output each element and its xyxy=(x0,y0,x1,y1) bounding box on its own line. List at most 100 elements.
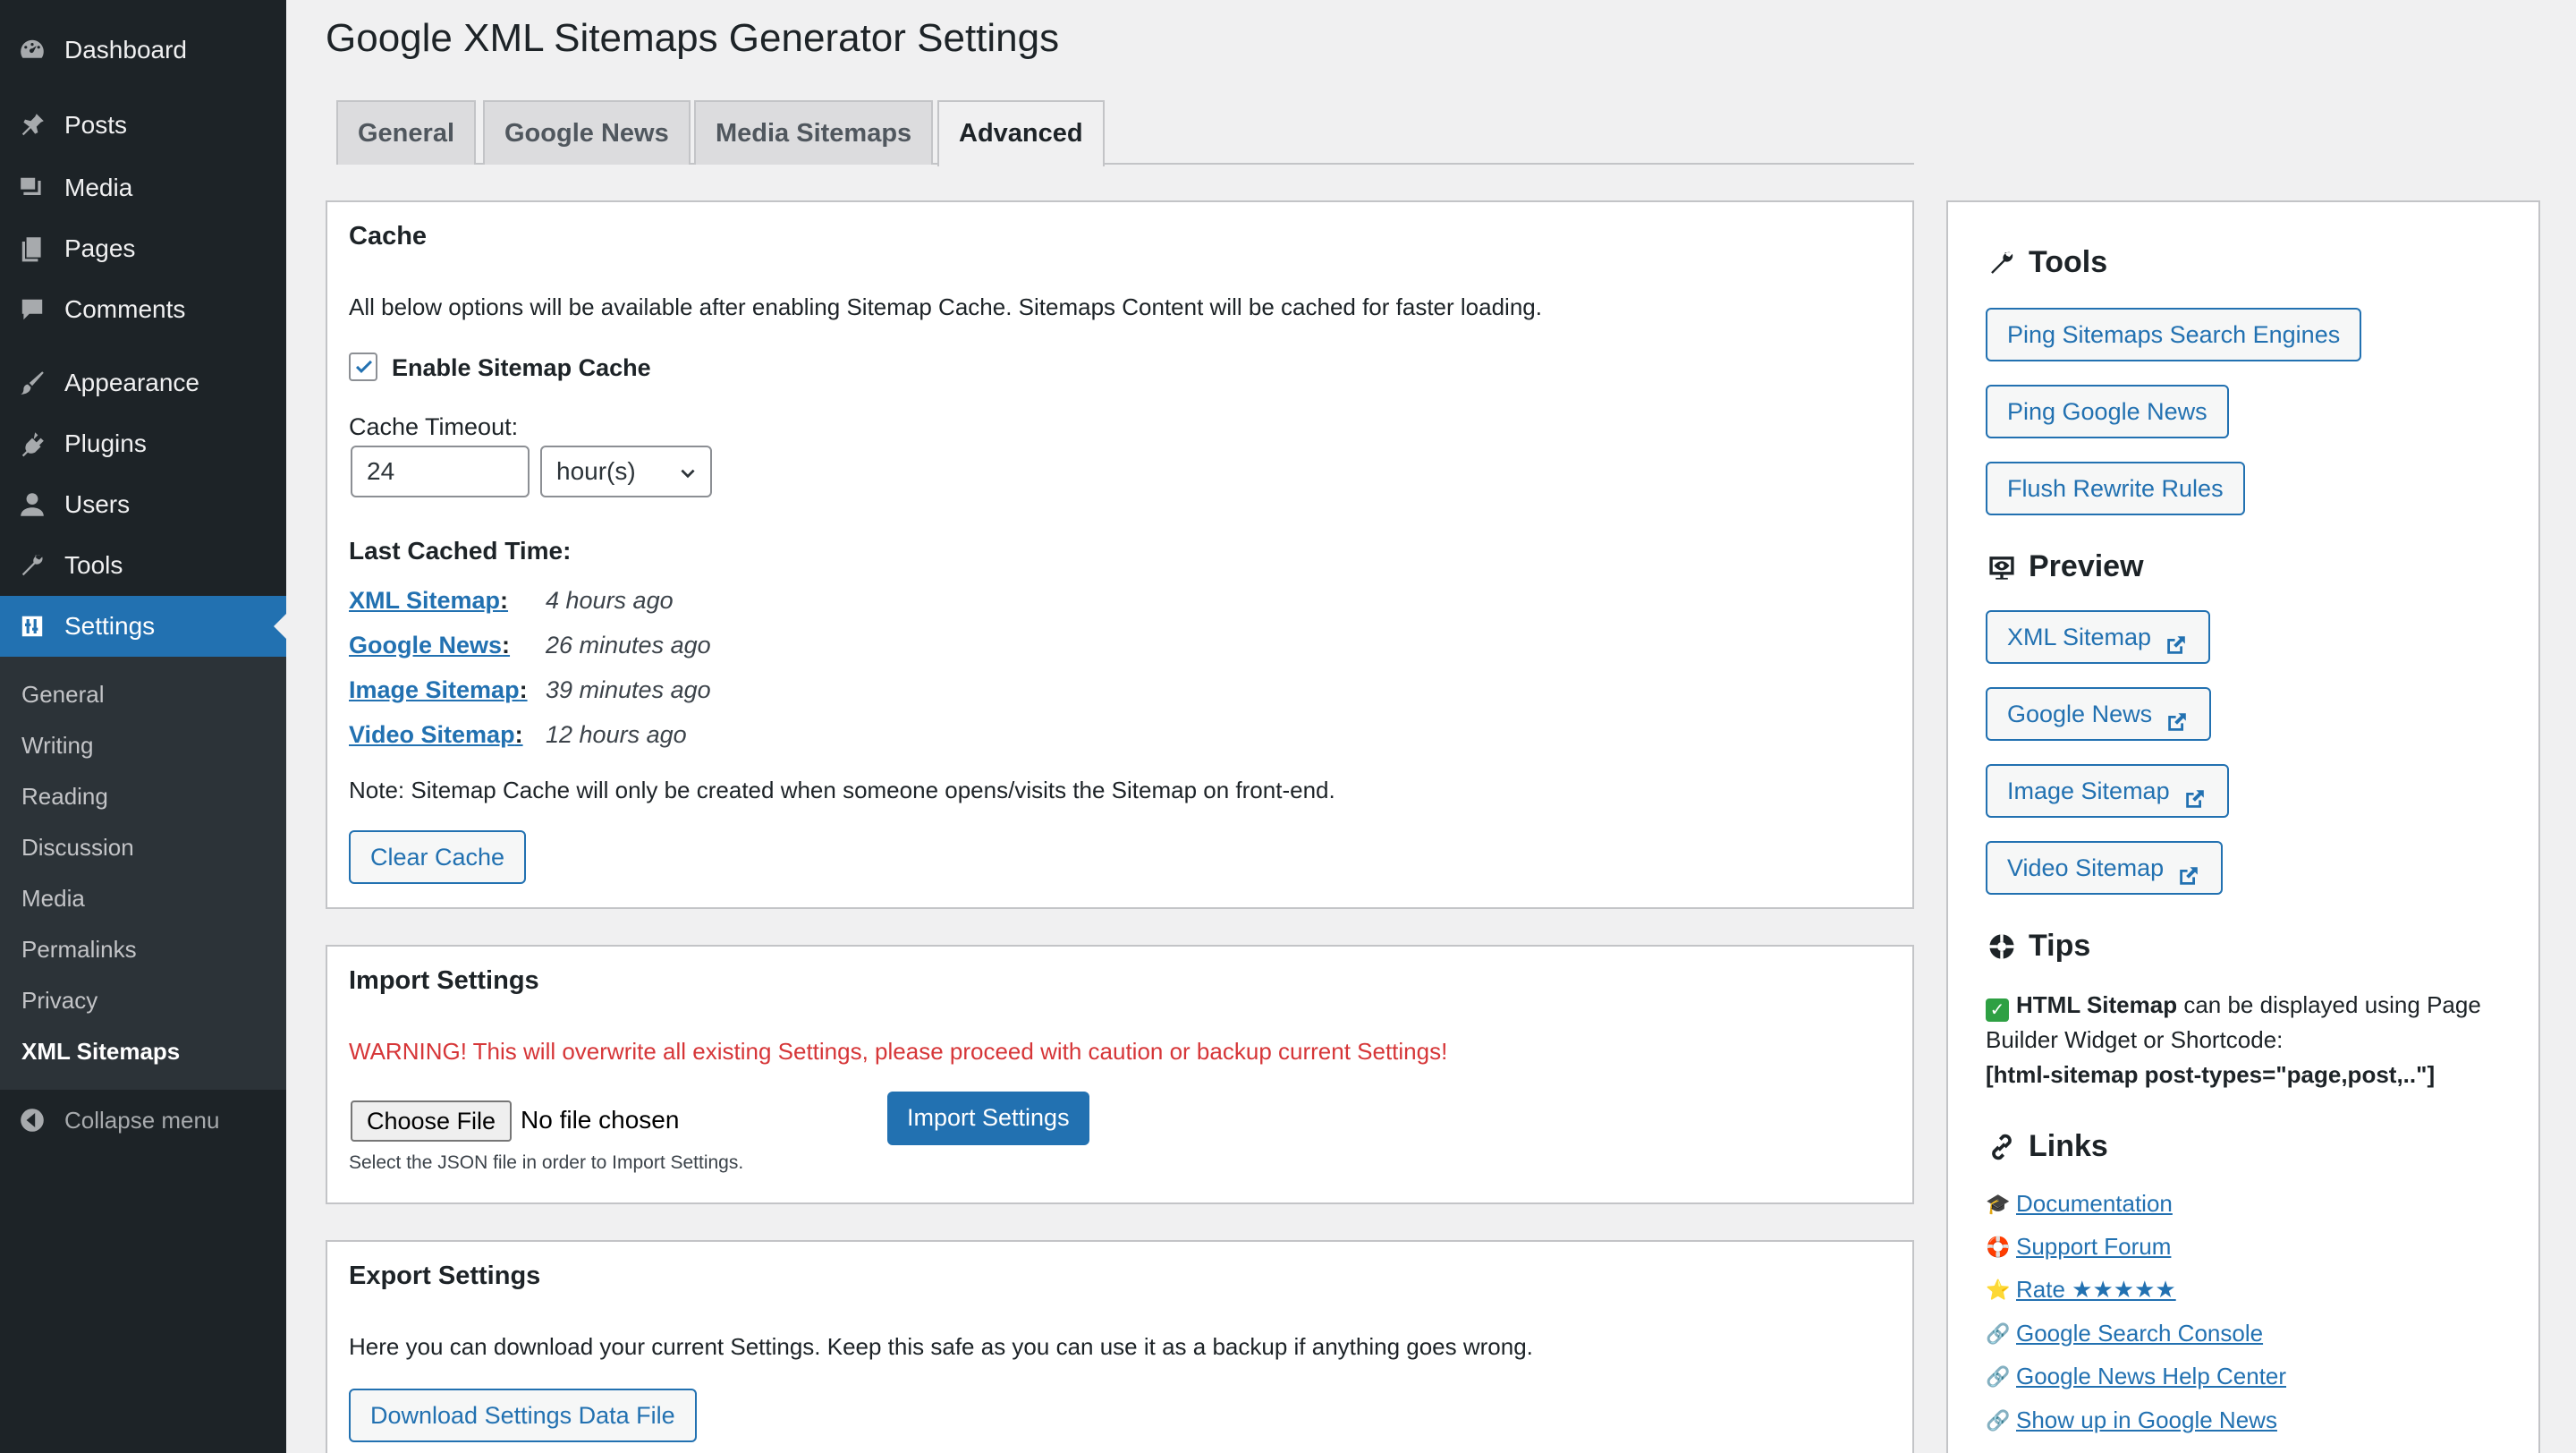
import-settings-button[interactable]: Import Settings xyxy=(887,1092,1089,1145)
menu-plugins[interactable]: Plugins xyxy=(0,413,286,474)
cache-timeout-unit-select[interactable]: hour(s) xyxy=(540,446,712,497)
side-panel: Tools Ping Sitemaps Search Engines Ping … xyxy=(1946,200,2540,1453)
user-icon xyxy=(18,490,47,519)
enable-cache-checkbox[interactable] xyxy=(349,353,377,381)
submenu-discussion[interactable]: Discussion xyxy=(0,822,286,873)
external-link-icon xyxy=(2182,778,2207,808)
link-rate[interactable]: ⭐ Rate ★★★★★ xyxy=(1986,1276,2175,1304)
cache-link-google-news[interactable]: Google News: xyxy=(349,632,510,659)
plugin-icon xyxy=(18,429,47,458)
preview-video-sitemap-button[interactable]: Video Sitemap xyxy=(1986,841,2224,895)
cache-time-xml-sitemap: 4 hours ago xyxy=(546,587,674,614)
star-icon: ⭐ xyxy=(1986,1278,2011,1301)
submenu-reading[interactable]: Reading xyxy=(0,771,286,822)
collapse-menu-button[interactable]: Collapse menu xyxy=(0,1090,286,1151)
settings-tabs: General Google News Media Sitemaps Advan… xyxy=(336,100,1914,166)
link-search-console[interactable]: 🔗 Google Search Console xyxy=(1986,1320,2263,1347)
submenu-media[interactable]: Media xyxy=(0,873,286,924)
checkmark-icon xyxy=(356,360,372,373)
preview-image-sitemap-button[interactable]: Image Sitemap xyxy=(1986,764,2229,818)
wrench-icon xyxy=(18,551,47,580)
ping-search-engines-button[interactable]: Ping Sitemaps Search Engines xyxy=(1986,308,2362,361)
chevron-down-icon xyxy=(681,469,695,479)
link-documentation[interactable]: 🎓 Documentation xyxy=(1986,1190,2173,1218)
dashboard-icon xyxy=(18,36,47,64)
cache-time-video-sitemap: 12 hours ago xyxy=(546,721,687,748)
cache-link-image-sitemap[interactable]: Image Sitemap: xyxy=(349,676,528,704)
chain-link-icon: 🔗 xyxy=(1986,1364,2011,1388)
submenu-xml-sitemaps[interactable]: XML Sitemaps xyxy=(0,1026,286,1077)
preview-icon xyxy=(1986,551,2018,583)
tips-icon xyxy=(1986,930,2018,963)
menu-label: Comments xyxy=(64,295,186,323)
link-news-help-center[interactable]: 🔗 Google News Help Center xyxy=(1986,1363,2286,1390)
menu-appearance[interactable]: Appearance xyxy=(0,353,286,413)
settings-submenu: General Writing Reading Discussion Media… xyxy=(0,657,286,1090)
import-warning: WARNING! This will overwrite all existin… xyxy=(349,1038,1448,1065)
menu-tools[interactable]: Tools xyxy=(0,535,286,596)
menu-label: Plugins xyxy=(64,429,147,457)
cache-timeout-input[interactable]: 24 xyxy=(351,446,530,497)
cache-link-xml-sitemap[interactable]: XML Sitemap: xyxy=(349,587,508,615)
import-panel: Import Settings WARNING! This will overw… xyxy=(326,945,1914,1204)
menu-users[interactable]: Users xyxy=(0,474,286,535)
preview-heading: Preview xyxy=(1986,549,2144,584)
page-title: Google XML Sitemaps Generator Settings xyxy=(326,16,1060,60)
preview-google-news-button[interactable]: Google News xyxy=(1986,687,2212,741)
preview-xml-sitemap-button[interactable]: XML Sitemap xyxy=(1986,610,2211,664)
export-description: Here you can download your current Setti… xyxy=(349,1333,1533,1360)
clear-cache-button[interactable]: Clear Cache xyxy=(349,830,527,884)
menu-label: Appearance xyxy=(64,369,200,396)
tip-shortcode: [html-sitemap post-types="page,post,.."] xyxy=(1986,1061,2436,1088)
menu-label: Settings xyxy=(64,612,156,640)
flush-rewrite-rules-button[interactable]: Flush Rewrite Rules xyxy=(1986,462,2245,515)
cache-heading: Cache xyxy=(349,222,428,251)
graduation-cap-icon: 🎓 xyxy=(1986,1192,2011,1215)
cache-time-google-news: 26 minutes ago xyxy=(546,632,711,659)
settings-icon xyxy=(18,612,47,641)
submenu-general[interactable]: General xyxy=(0,669,286,720)
link-show-up-google-news[interactable]: 🔗 Show up in Google News xyxy=(1986,1406,2277,1434)
tab-google-news[interactable]: Google News xyxy=(483,100,691,165)
link-support-forum[interactable]: 🛟 Support Forum xyxy=(1986,1233,2171,1261)
submenu-permalinks[interactable]: Permalinks xyxy=(0,924,286,975)
choose-file-button[interactable]: Choose File xyxy=(351,1100,513,1142)
chain-link-icon: 🔗 xyxy=(1986,1321,2011,1345)
submenu-writing[interactable]: Writing xyxy=(0,720,286,771)
cache-note: Note: Sitemap Cache will only be created… xyxy=(349,777,1335,803)
menu-dashboard[interactable]: Dashboard xyxy=(0,20,286,81)
menu-comments[interactable]: Comments xyxy=(0,279,286,340)
select-value: hour(s) xyxy=(556,457,636,485)
menu-label: Users xyxy=(64,490,131,518)
cache-link-video-sitemap[interactable]: Video Sitemap: xyxy=(349,721,523,749)
menu-label: Media xyxy=(64,174,133,201)
export-panel: Export Settings Here you can download yo… xyxy=(326,1240,1914,1453)
collapse-label: Collapse menu xyxy=(64,1106,220,1134)
brush-icon xyxy=(18,369,47,397)
submenu-privacy[interactable]: Privacy xyxy=(0,975,286,1026)
check-icon: ✓ xyxy=(1986,998,2009,1022)
menu-media[interactable]: Media xyxy=(0,157,286,218)
menu-pages[interactable]: Pages xyxy=(0,218,286,279)
download-settings-button[interactable]: Download Settings Data File xyxy=(349,1389,697,1442)
no-file-label: No file chosen xyxy=(521,1106,680,1134)
lifebuoy-icon: 🛟 xyxy=(1986,1235,2011,1258)
menu-posts[interactable]: Posts xyxy=(0,93,286,157)
last-cached-label: Last Cached Time: xyxy=(349,537,572,565)
tab-advanced[interactable]: Advanced xyxy=(937,100,1105,166)
menu-label: Pages xyxy=(64,234,136,262)
ping-google-news-button[interactable]: Ping Google News xyxy=(1986,385,2229,438)
cache-time-image-sitemap: 39 minutes ago xyxy=(546,676,711,703)
links-heading: Links xyxy=(1986,1129,2108,1164)
external-link-icon xyxy=(2165,701,2190,731)
cache-timeout-label: Cache Timeout: xyxy=(349,413,519,440)
menu-label: Tools xyxy=(64,551,123,579)
menu-settings[interactable]: Settings xyxy=(0,596,286,657)
cache-description: All below options will be available afte… xyxy=(349,293,1542,320)
cache-panel: Cache All below options will be availabl… xyxy=(326,200,1914,909)
tab-media-sitemaps[interactable]: Media Sitemaps xyxy=(694,100,934,165)
admin-sidebar: Dashboard Posts Media Pages Comments App… xyxy=(0,0,286,1453)
tips-heading: Tips xyxy=(1986,929,2090,964)
external-link-icon xyxy=(2164,625,2189,654)
tab-general[interactable]: General xyxy=(336,100,476,165)
